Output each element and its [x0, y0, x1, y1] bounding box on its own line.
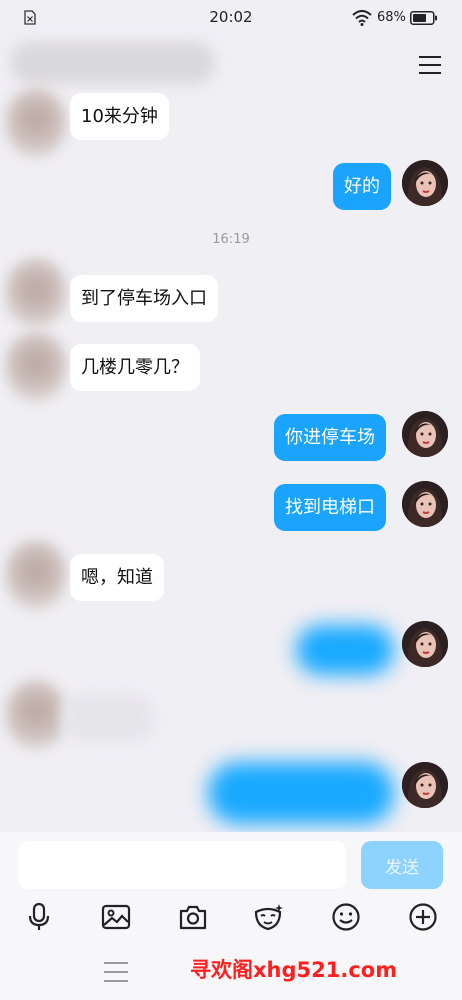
camera-icon[interactable]: [178, 902, 208, 932]
emoji-icon[interactable]: [331, 902, 361, 932]
contact-avatar[interactable]: [6, 540, 66, 610]
my-avatar[interactable]: [402, 481, 448, 527]
contact-avatar[interactable]: [6, 680, 66, 750]
my-avatar[interactable]: [402, 411, 448, 457]
avatar-portrait-icon: [402, 160, 448, 206]
input-bar: 发送 寻欢阁xhg521.com: [0, 832, 462, 1000]
incoming-message[interactable]: 到了停车场入口: [70, 275, 218, 322]
avatar-portrait-icon: [402, 481, 448, 527]
avatar-portrait-icon: [402, 621, 448, 667]
message-timestamp: 16:19: [212, 232, 250, 247]
my-avatar[interactable]: [402, 762, 448, 808]
my-avatar[interactable]: [402, 621, 448, 667]
image-icon[interactable]: [101, 902, 131, 932]
mask-icon[interactable]: [253, 902, 283, 932]
contact-avatar[interactable]: [6, 88, 66, 158]
watermark: 寻欢阁xhg521.com: [190, 958, 398, 982]
system-menu-button[interactable]: [104, 962, 128, 982]
avatar-portrait-icon: [402, 411, 448, 457]
menu-icon-line: [419, 56, 441, 58]
menu-icon-line: [104, 962, 128, 964]
menu-icon-line: [104, 980, 128, 982]
menu-icon-line: [419, 64, 441, 66]
microphone-icon[interactable]: [24, 902, 54, 932]
avatar-portrait-icon: [402, 762, 448, 808]
message-input[interactable]: [18, 841, 346, 889]
incoming-message[interactable]: 10来分钟: [70, 93, 169, 140]
contact-avatar[interactable]: [6, 258, 66, 328]
outgoing-message[interactable]: 找到电梯口: [274, 484, 386, 531]
menu-icon-line: [104, 971, 128, 973]
outgoing-message[interactable]: 好的: [333, 163, 391, 210]
contact-name-redacted: [10, 42, 215, 84]
outgoing-message-redacted[interactable]: [208, 762, 394, 824]
outgoing-message-redacted[interactable]: [296, 625, 394, 675]
menu-button[interactable]: [412, 50, 448, 80]
status-bar: 20:02 68%: [0, 0, 462, 36]
outgoing-message[interactable]: 你进停车场: [274, 414, 386, 461]
incoming-message[interactable]: 几楼几零几？: [70, 344, 200, 391]
chat-header: [0, 36, 462, 94]
wifi-icon: [352, 10, 372, 26]
battery-icon: [410, 11, 437, 25]
incoming-message-redacted[interactable]: [62, 694, 154, 742]
send-button[interactable]: 发送: [361, 841, 443, 889]
my-avatar[interactable]: [402, 160, 448, 206]
contact-avatar[interactable]: [6, 332, 66, 402]
incoming-message[interactable]: 嗯，知道: [70, 554, 164, 601]
menu-icon-line: [419, 72, 441, 74]
battery-percent: 68%: [377, 10, 406, 25]
plus-icon[interactable]: [408, 902, 438, 932]
